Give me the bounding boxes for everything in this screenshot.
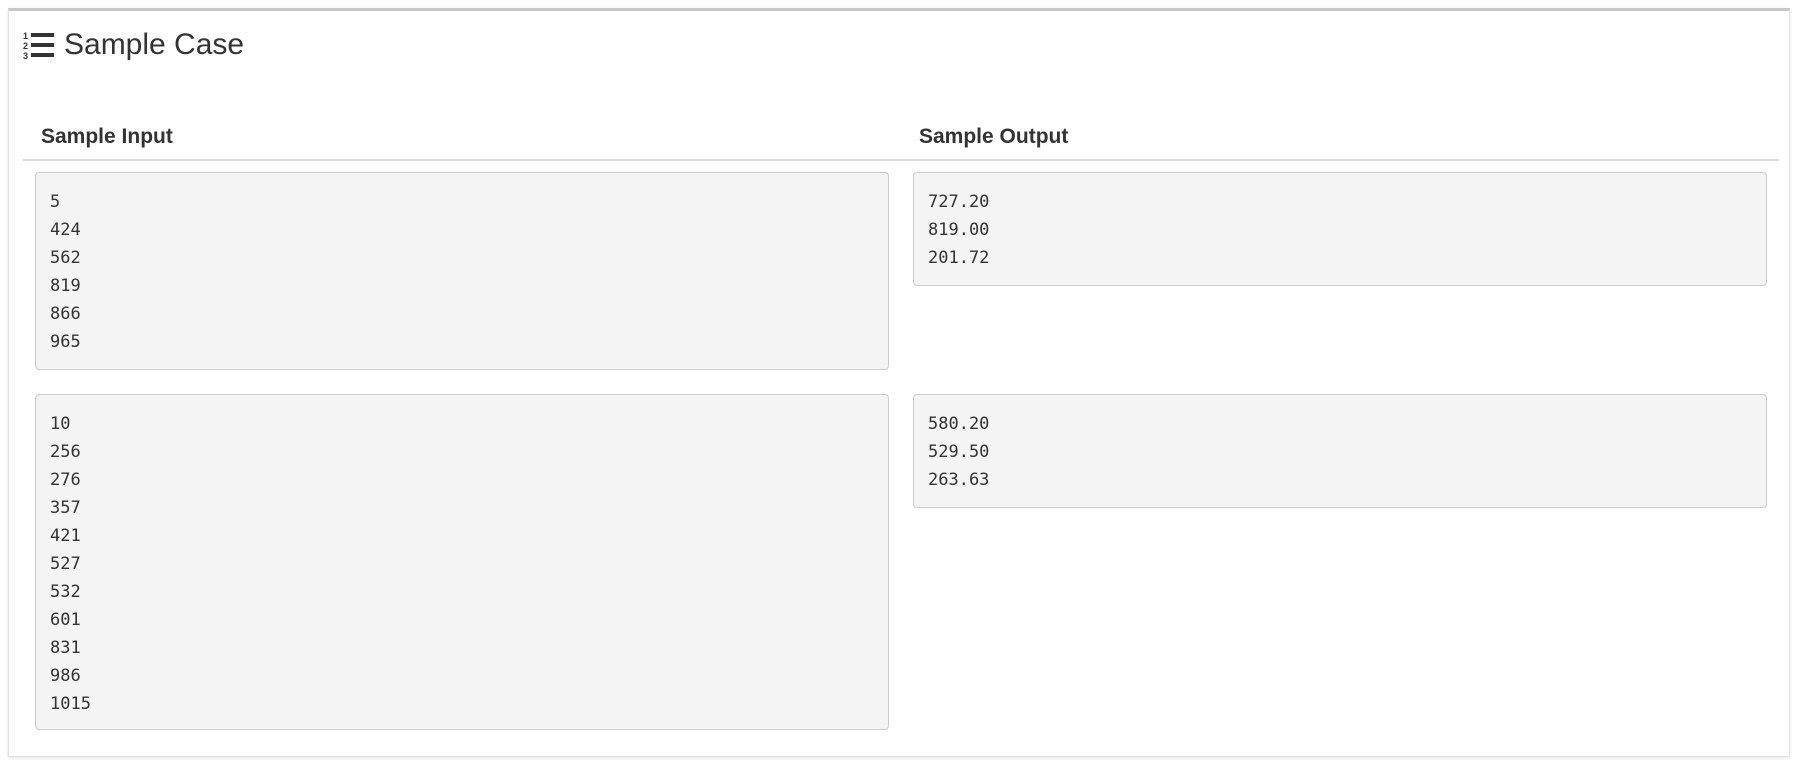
svg-text:3: 3 bbox=[23, 51, 28, 60]
sample-input-1[interactable]: 5 424 562 819 866 965 bbox=[35, 172, 889, 370]
column-headers: Sample Input Sample Output bbox=[23, 105, 1779, 161]
sample-input-header: Sample Input bbox=[41, 125, 173, 148]
sample-output-header: Sample Output bbox=[919, 125, 1069, 148]
svg-text:1: 1 bbox=[23, 31, 28, 41]
sample-output-1[interactable]: 727.20 819.00 201.72 bbox=[913, 172, 1767, 286]
sample-input-2[interactable]: 10 256 276 357 421 527 532 601 831 986 1… bbox=[35, 394, 889, 730]
panel-title: Sample Case bbox=[64, 28, 245, 61]
panel-heading: 1 2 3 Sample Case bbox=[23, 23, 244, 67]
svg-text:2: 2 bbox=[23, 41, 28, 51]
sample-output-2[interactable]: 580.20 529.50 263.63 bbox=[913, 394, 1767, 508]
list-ol-icon: 1 2 3 bbox=[23, 30, 55, 61]
